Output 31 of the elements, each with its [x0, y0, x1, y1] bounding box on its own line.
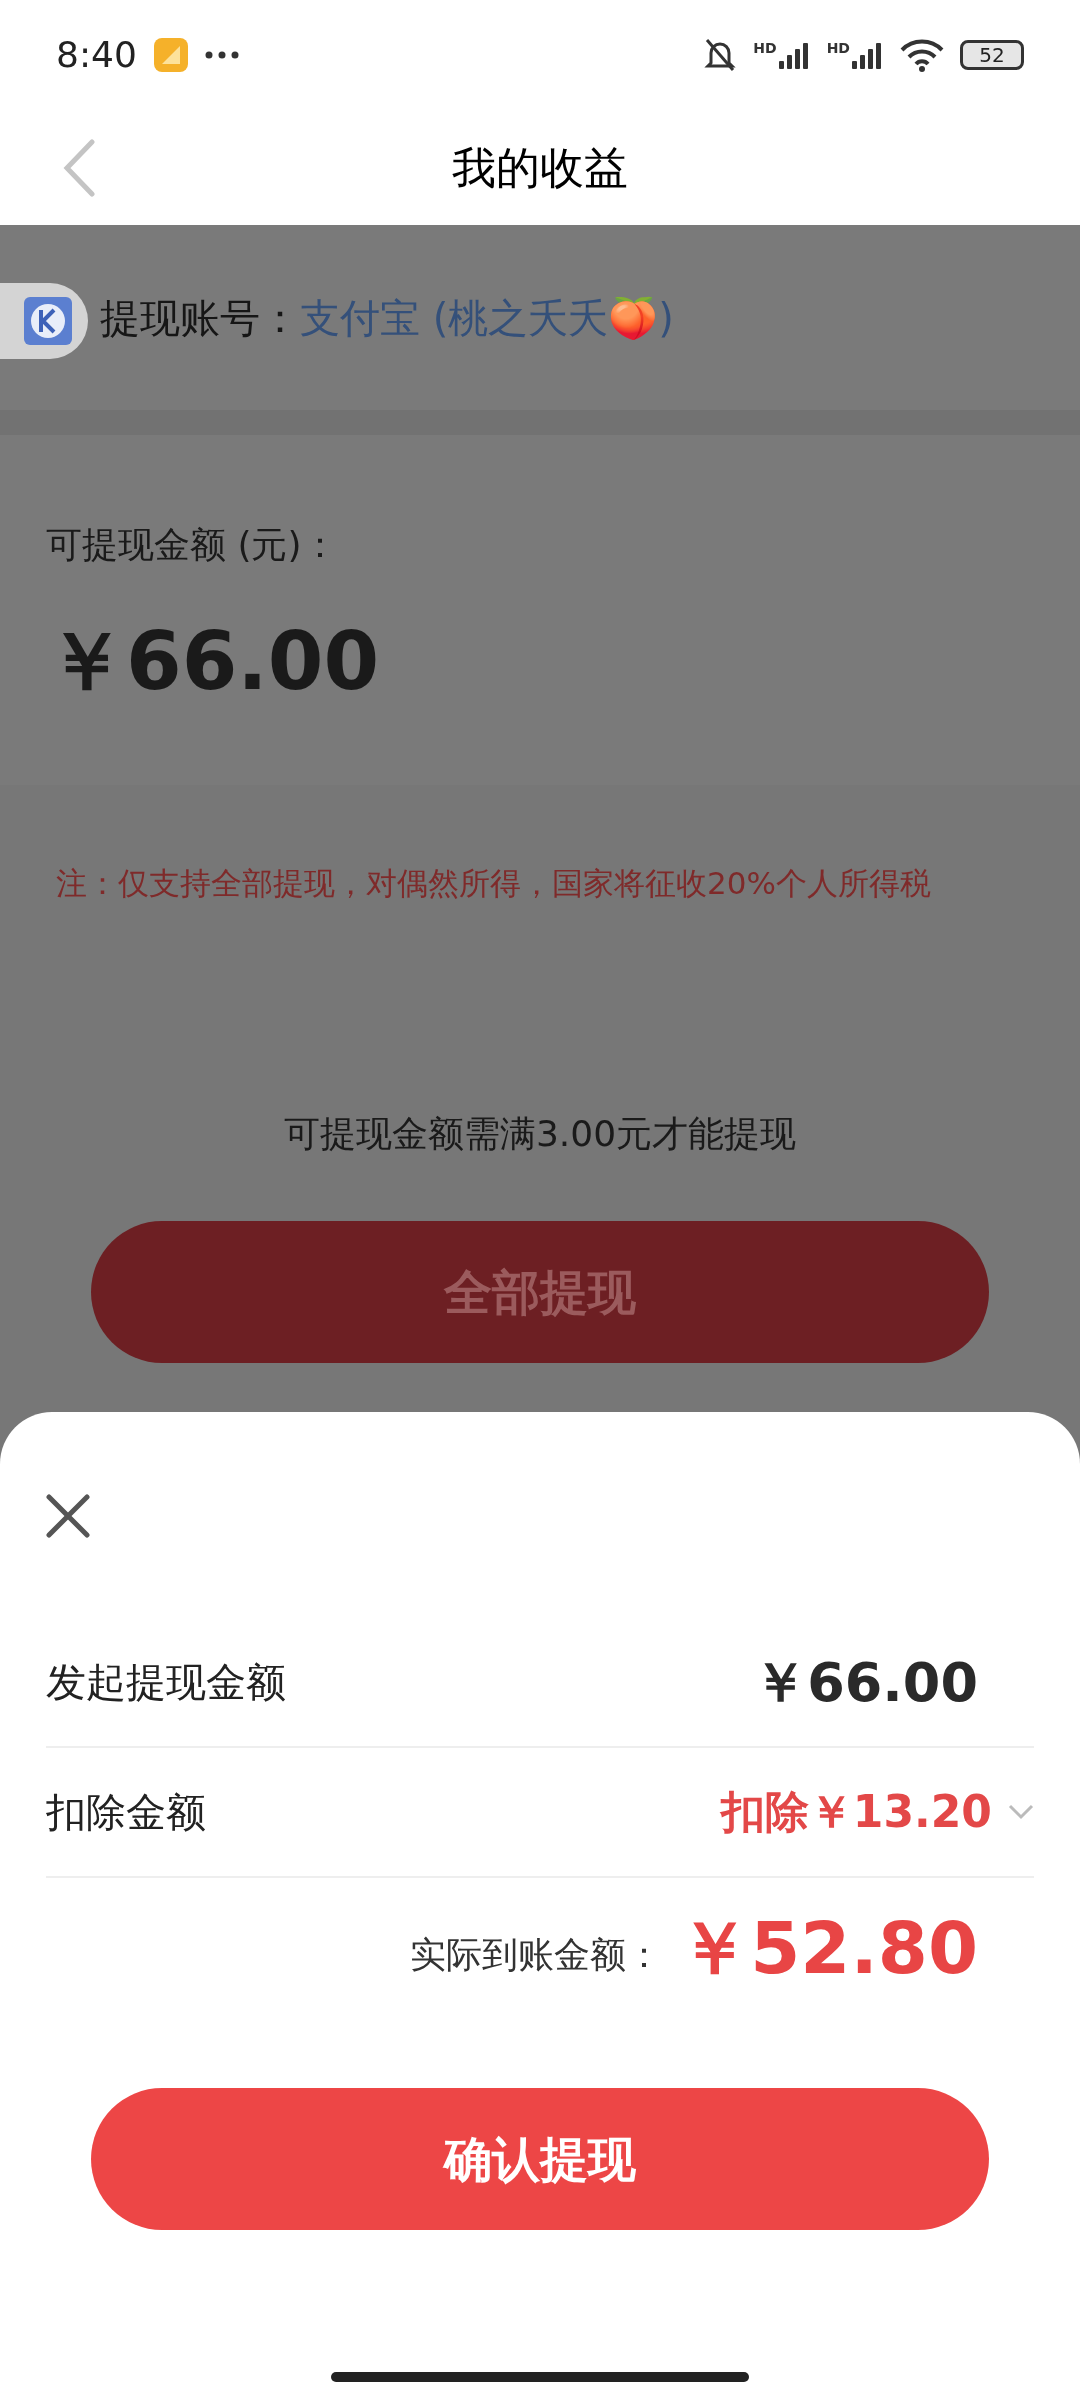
- deduction-value[interactable]: 扣除￥13.20: [720, 1779, 992, 1845]
- received-amount-value: ￥52.80: [678, 1905, 978, 1992]
- account-value[interactable]: 支付宝 (桃之夭夭🍑): [300, 287, 674, 348]
- back-icon[interactable]: [62, 138, 96, 197]
- received-amount-label: 实际到账金额：: [410, 1933, 663, 1977]
- tax-note: 注：仅支持全部提现，对偶然所得，国家将征收20%个人所得税: [55, 864, 932, 903]
- row-label: 扣除金额: [46, 1788, 206, 1837]
- wifi-icon: [900, 38, 944, 72]
- chevron-icon[interactable]: [1008, 1804, 1034, 1820]
- close-icon[interactable]: [46, 1494, 90, 1538]
- hd-label: HD: [826, 41, 850, 55]
- account-label: 提现账号：: [100, 293, 300, 343]
- balance-label: 可提现金额 (元)：: [46, 523, 339, 567]
- amount-value: ￥66.00: [753, 1649, 978, 1716]
- more-icon: [204, 51, 239, 59]
- signal-icon: [852, 41, 884, 69]
- hd-label: HD: [753, 41, 777, 55]
- floating-app-shortcut[interactable]: [0, 283, 88, 359]
- minimum-withdrawal-hint: 可提现金额需满3.00元才能提现: [283, 1111, 797, 1156]
- battery-indicator: 52: [960, 40, 1024, 70]
- k-app-icon: [24, 297, 72, 345]
- muted-bell-icon: [703, 37, 738, 73]
- withdraw-all-button[interactable]: 全部提现: [91, 1220, 989, 1363]
- page-title: 我的收益: [452, 140, 628, 195]
- signal-icon: [778, 41, 811, 69]
- balance-amount: ￥66.00: [46, 622, 381, 702]
- app-notification-icon: [152, 37, 189, 73]
- home-indicator[interactable]: [331, 2372, 749, 2382]
- confirm-withdraw-button[interactable]: 确认提现: [91, 2088, 989, 2230]
- row-label: 发起提现金额: [46, 1658, 286, 1707]
- status-time: 8:40: [56, 33, 137, 77]
